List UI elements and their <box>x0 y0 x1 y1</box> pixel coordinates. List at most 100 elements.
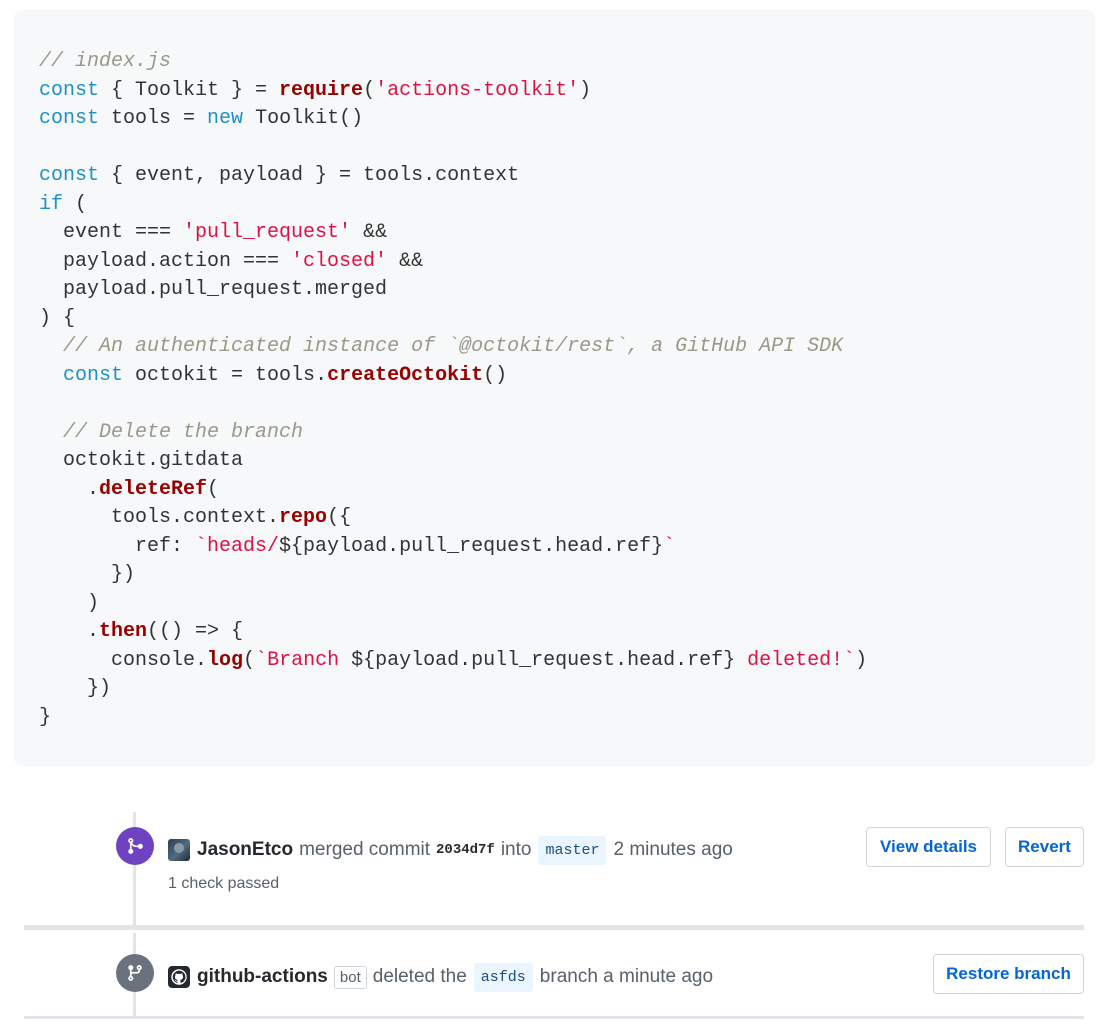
code-snippet-block: // index.js const { Toolkit } = require(… <box>14 10 1095 766</box>
code-token: 'pull_request' <box>183 221 352 244</box>
code-token: require <box>279 78 364 102</box>
code-token: const <box>39 107 100 130</box>
code-token: repo <box>279 506 328 529</box>
bot-label: bot <box>333 965 367 989</box>
code-token: payload.action === <box>39 249 292 273</box>
code-line: if ( <box>39 193 87 216</box>
view-details-button[interactable]: View details <box>866 827 991 867</box>
code-token: // An authenticated instance of `@octoki… <box>63 335 844 358</box>
code-line: }) <box>39 563 135 586</box>
code-token: new <box>207 107 244 130</box>
code-token: then <box>99 620 148 643</box>
code-token: log <box>207 648 244 672</box>
code-token: ( <box>363 78 376 102</box>
code-line: ref: `heads/${payload.pull_request.head.… <box>39 535 675 558</box>
code-token: 'closed' <box>291 249 388 273</box>
code-token: if <box>39 192 64 216</box>
code-token: const <box>39 164 100 187</box>
code-token: () <box>483 363 508 387</box>
delete-suffix-text: branch a minute ago <box>539 966 714 987</box>
delete-event-summary: github-actions bot deleted the asfds bra… <box>168 961 713 993</box>
code-token: ref: <box>39 534 196 558</box>
code-token: ( <box>63 192 88 216</box>
code-token: event === <box>39 221 184 244</box>
code-token: ` <box>663 534 676 558</box>
code-token: `heads/ <box>195 534 280 558</box>
code-line: const tools = new Toolkit() <box>39 107 363 130</box>
code-token: ${payload.pull_request.head.ref} <box>351 648 736 672</box>
check-status[interactable]: 1 check passed <box>168 875 279 893</box>
branch-ref[interactable]: master <box>538 835 607 865</box>
code-token: createOctokit <box>327 363 484 387</box>
code-token: ) <box>855 648 868 672</box>
code-line: payload.action === 'closed' && <box>39 250 423 273</box>
code-line: event === 'pull_request' && <box>39 221 387 244</box>
code-token: deleted!` <box>735 648 856 672</box>
restore-branch-button[interactable]: Restore branch <box>933 954 1084 994</box>
code-line: }) <box>39 677 111 700</box>
code-token: ( <box>243 648 256 672</box>
code-line: .deleteRef( <box>39 478 219 501</box>
code-token: // index.js <box>39 50 172 73</box>
code-token: console. <box>39 648 208 672</box>
code-token: ) <box>39 591 100 615</box>
code-content: // index.js const { Toolkit } = require(… <box>39 48 867 732</box>
git-merge-icon <box>116 827 154 865</box>
code-token: { event, payload } = tools.context <box>99 164 520 187</box>
code-line: const { event, payload } = tools.context <box>39 164 519 187</box>
code-token: 'actions-toolkit' <box>375 78 580 102</box>
code-token: } <box>39 705 52 729</box>
code-line: } <box>39 706 51 729</box>
code-token: Toolkit() <box>243 107 364 130</box>
github-logo-icon[interactable] <box>168 966 190 988</box>
code-token: octokit.gitdata <box>39 449 244 472</box>
code-line: .then(() => { <box>39 620 243 643</box>
code-token: // Delete the branch <box>63 420 304 444</box>
branch-ref[interactable]: asfds <box>473 962 533 992</box>
code-token: octokit = tools. <box>123 363 328 387</box>
code-token: ({ <box>327 506 352 529</box>
code-line: ) <box>39 592 99 615</box>
timeline-separator <box>24 1016 1084 1019</box>
code-token: && <box>351 221 388 244</box>
merge-event-summary: JasonEtco merged commit 2034d7f into mas… <box>168 834 733 866</box>
git-branch-icon <box>116 954 154 992</box>
code-token: (() => { <box>147 620 244 643</box>
avatar[interactable] <box>168 839 190 861</box>
code-token: . <box>39 477 100 501</box>
code-token: const <box>63 363 124 387</box>
author-link[interactable]: github-actions <box>197 966 328 988</box>
code-line: ) { <box>39 307 75 330</box>
code-token: const <box>39 78 100 102</box>
delete-action-text: deleted the <box>372 966 467 987</box>
code-line: console.log(`Branch ${payload.pull_reque… <box>39 649 867 672</box>
code-line: const { Toolkit } = require('actions-too… <box>39 79 591 102</box>
into-text: into <box>500 839 532 860</box>
code-token: . <box>39 620 100 643</box>
code-token: `Branch <box>255 648 352 672</box>
code-token: }) <box>39 563 136 586</box>
revert-button[interactable]: Revert <box>1005 827 1084 867</box>
timestamp[interactable]: 2 minutes ago <box>613 839 732 861</box>
code-token: tools = <box>99 107 208 130</box>
timeline-separator <box>24 925 1084 930</box>
code-token: ) <box>579 78 592 102</box>
code-token: && <box>387 249 424 273</box>
code-token: ${payload.pull_request.head.ref} <box>279 534 664 558</box>
code-line: // index.js <box>39 50 171 73</box>
author-link[interactable]: JasonEtco <box>197 839 293 861</box>
code-token: { Toolkit } = <box>99 78 280 102</box>
code-line: octokit.gitdata <box>39 449 243 472</box>
commit-sha-link[interactable]: 2034d7f <box>436 842 495 858</box>
code-token: payload.pull_request.merged <box>39 278 388 301</box>
code-line: const octokit = tools.createOctokit() <box>39 364 507 387</box>
code-line: // An authenticated instance of `@octoki… <box>39 335 843 358</box>
code-token: ( <box>207 477 220 501</box>
code-line: tools.context.repo({ <box>39 506 351 529</box>
code-token: }) <box>39 677 112 700</box>
code-line: payload.pull_request.merged <box>39 278 387 301</box>
code-token: tools.context. <box>39 506 280 529</box>
